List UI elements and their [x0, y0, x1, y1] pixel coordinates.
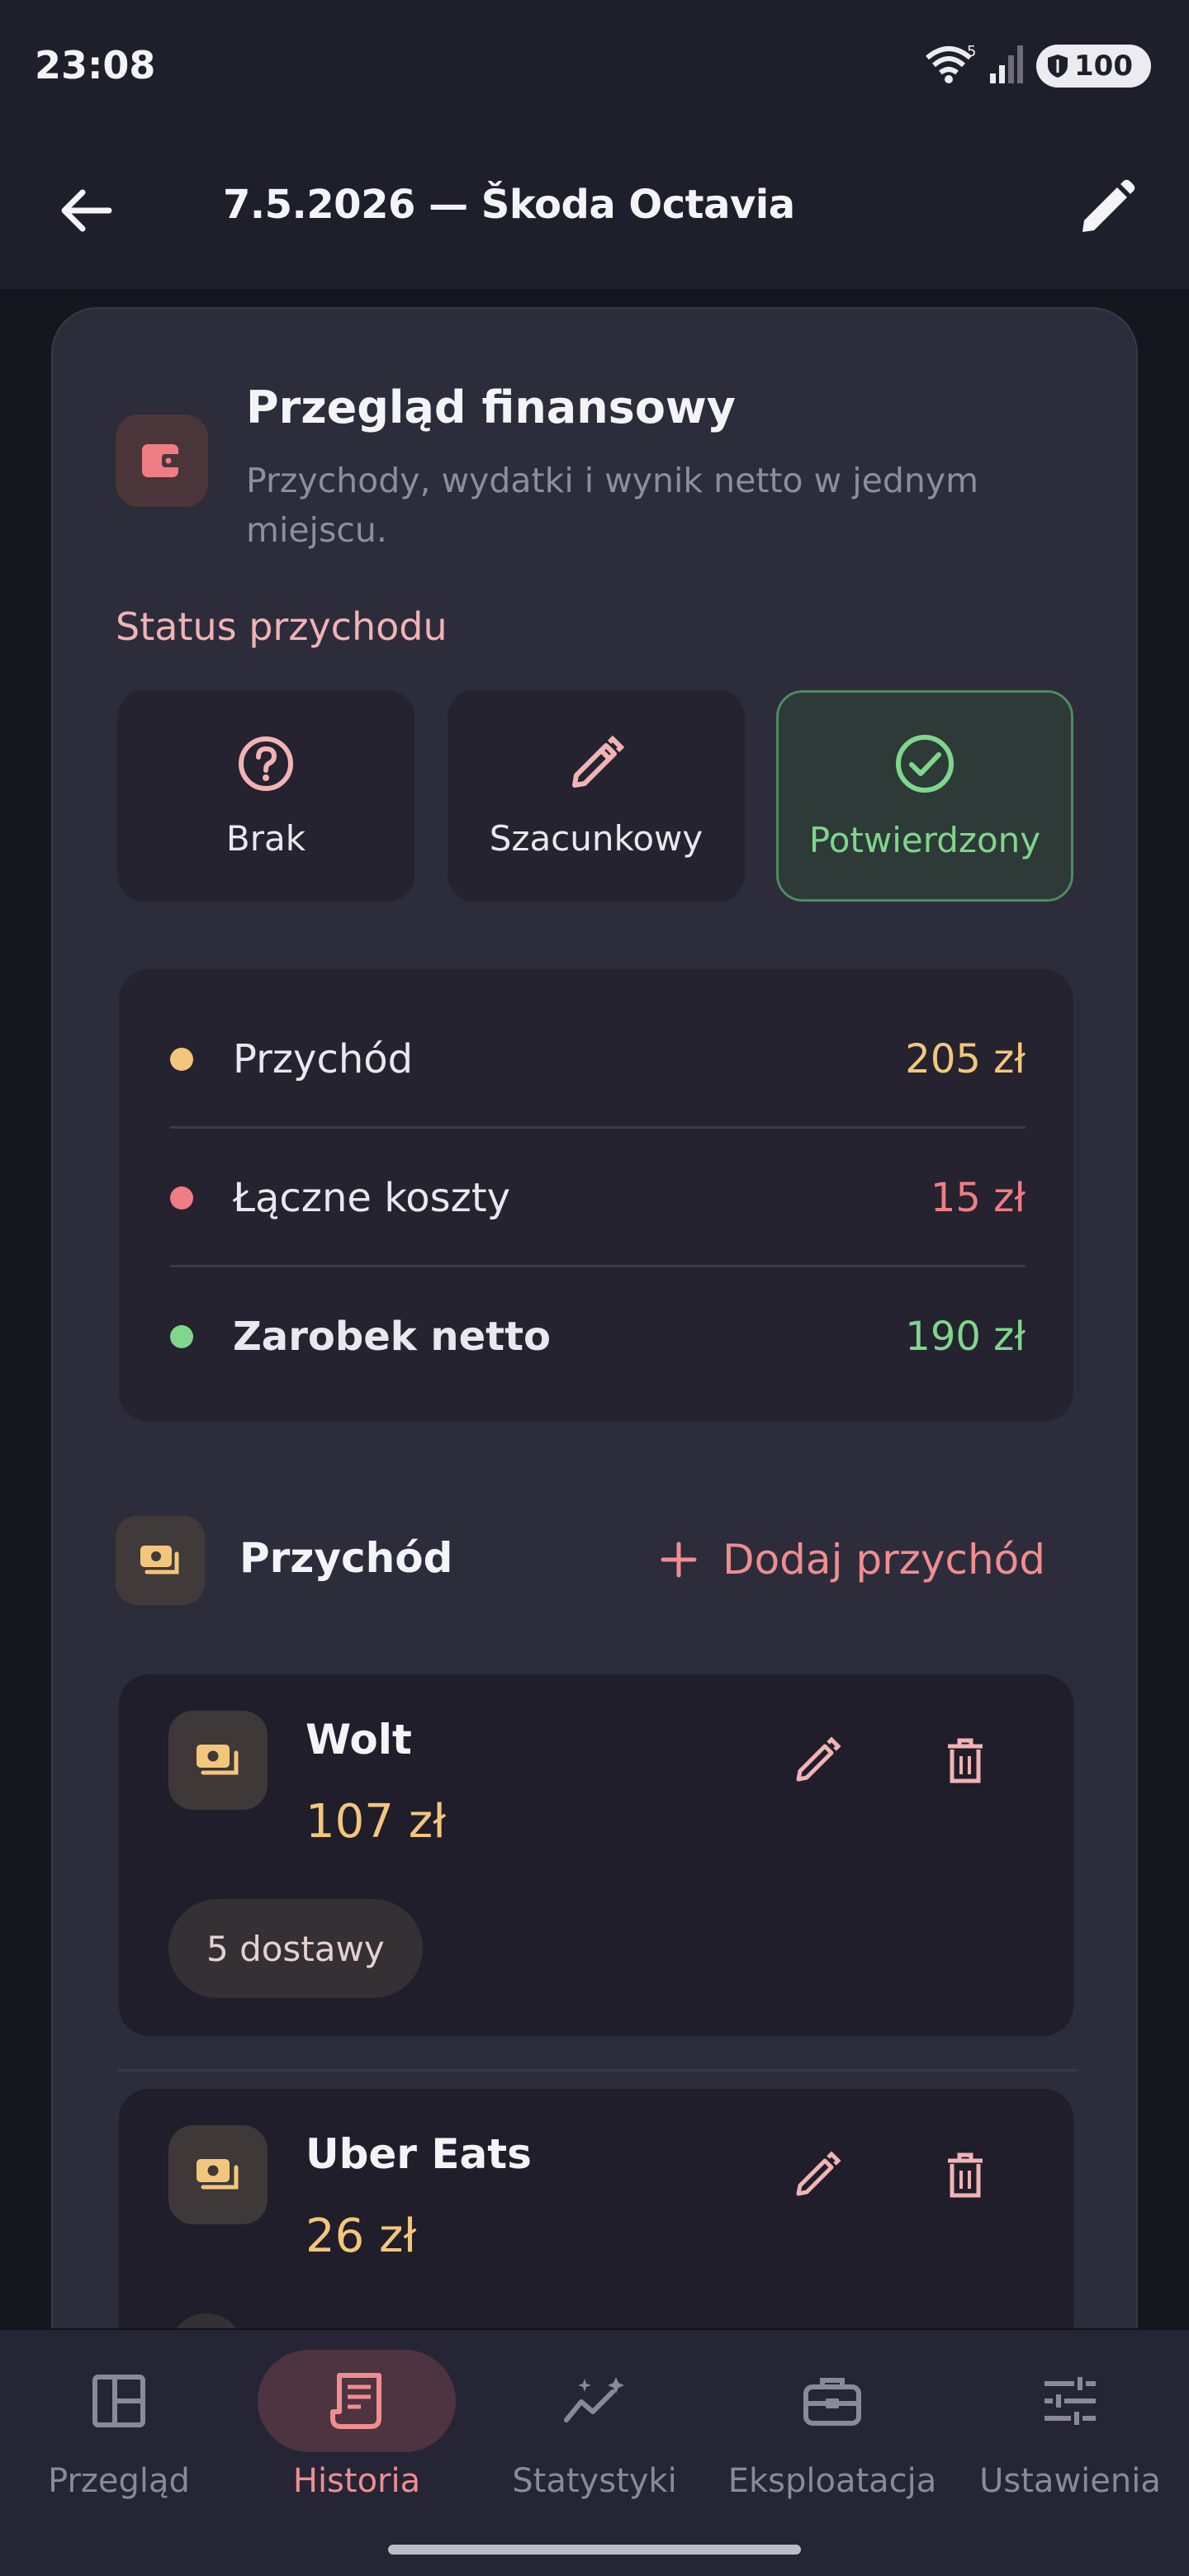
nav-item-statistics[interactable]: Statystyki [476, 2350, 713, 2500]
system-icons: 5 100 [924, 43, 1151, 89]
nav-label: Eksploatacja [727, 2462, 937, 2500]
nav-label: Przegląd [48, 2462, 190, 2500]
receipt-icon [330, 2373, 381, 2429]
nav-pill [971, 2350, 1169, 2452]
pencil-icon [572, 735, 625, 788]
edit-button[interactable] [1065, 167, 1148, 249]
shield-icon [1048, 54, 1068, 78]
nav-pill [258, 2350, 456, 2452]
nav-pill [733, 2350, 931, 2452]
income-entry[interactable]: Uber Eats 26 zł [119, 2089, 1073, 2328]
status-option-none[interactable]: Brak [117, 690, 414, 902]
pencil-icon [796, 2151, 841, 2196]
trash-icon [948, 1738, 983, 1783]
net-dot [170, 1324, 193, 1348]
overview-title: Przegląd finansowy [246, 381, 736, 433]
battery-indicator: 100 [1036, 45, 1151, 88]
delete-entry-button[interactable] [928, 1724, 1002, 1798]
battery-level: 100 [1074, 50, 1133, 83]
nav-label: Ustawienia [979, 2462, 1161, 2500]
income-entry-amount: 26 zł [306, 2209, 417, 2263]
status-time: 23:08 [35, 43, 156, 88]
check-circle-icon [896, 734, 954, 793]
status-option-label: Szacunkowy [489, 817, 703, 859]
status-option-estimated[interactable]: Szacunkowy [448, 690, 745, 902]
divider [170, 1126, 1026, 1129]
plus-icon [661, 1541, 697, 1578]
financial-overview-card: Przegląd finansowy Przychody, wydatki i … [51, 307, 1138, 2328]
overview-subtitle: Przychody, wydatki i wynik netto w jedny… [246, 461, 979, 550]
status-option-confirmed[interactable]: Potwierdzony [776, 690, 1073, 902]
divider [170, 1265, 1026, 1267]
nav-item-settings[interactable]: Ustawienia [951, 2350, 1189, 2500]
nav-item-overview[interactable]: Przegląd [0, 2350, 238, 2500]
status-option-label: Brak [225, 817, 306, 859]
summary-row-value: 205 zł [905, 1035, 1026, 1082]
status-bar: 23:08 5 100 [0, 0, 1189, 132]
summary-row-value: 15 zł [930, 1174, 1026, 1221]
cash-icon [168, 2125, 268, 2224]
sliders-icon [1045, 2377, 1096, 2425]
wifi-badge: 5 [967, 43, 976, 60]
signal-icon [988, 45, 1025, 87]
income-status-label: Status przychodu [116, 604, 448, 649]
summary-row-net: Zarobek netto 190 zł [170, 1268, 1026, 1404]
summary-row-label: Przychód [233, 1035, 414, 1082]
summary-row-income: Przychód 205 zł [170, 991, 1026, 1127]
edit-entry-button[interactable] [779, 1724, 854, 1798]
nav-pill [20, 2350, 218, 2452]
question-circle-icon [239, 736, 293, 791]
nav-item-history[interactable]: Historia [238, 2350, 476, 2500]
nav-label: Historia [292, 2462, 421, 2500]
divider [117, 2069, 1077, 2072]
add-income-label: Dodaj przychód [722, 1536, 1045, 1584]
summary-row-costs: Łączne koszty 15 zł [170, 1129, 1026, 1266]
status-option-label: Potwierdzony [808, 819, 1041, 860]
chart-sparkle-icon [564, 2377, 624, 2422]
summary-row-label: Zarobek netto [233, 1313, 551, 1360]
back-button[interactable] [50, 173, 124, 248]
cash-icon [168, 1711, 268, 1810]
wifi-icon: 5 [924, 43, 977, 89]
nav-pill [495, 2350, 694, 2452]
income-section-title: Przychód [239, 1534, 453, 1582]
summary-panel: Przychód 205 zł Łączne koszty 15 zł Zaro… [119, 969, 1073, 1422]
income-entry[interactable]: Wolt 107 zł 5 dostawy [119, 1674, 1073, 2036]
income-entry-amount: 107 zł [306, 1795, 446, 1849]
pencil-icon [796, 1736, 841, 1782]
add-income-button[interactable]: Dodaj przychód [660, 1522, 1045, 1597]
top-app-bar: 7.5.2026 — Škoda Octavia [0, 132, 1189, 289]
bottom-navigation: Przegląd Historia Statystyki Eksploatacj… [0, 2330, 1189, 2576]
home-indicator[interactable] [388, 2545, 801, 2555]
deliveries-chip [168, 2313, 244, 2328]
nav-label: Statystyki [512, 2462, 677, 2500]
arrow-left-icon [61, 189, 112, 232]
wallet-icon [116, 414, 208, 507]
edit-entry-button[interactable] [779, 2138, 854, 2213]
trash-icon [948, 2152, 983, 2198]
nav-item-maintenance[interactable]: Eksploatacja [713, 2350, 951, 2500]
toolbox-icon [803, 2378, 861, 2426]
summary-row-value: 190 zł [905, 1313, 1026, 1360]
cash-icon [116, 1516, 205, 1605]
costs-dot [170, 1186, 193, 1210]
income-dot [170, 1047, 193, 1071]
scroll-content[interactable]: Przegląd finansowy Przychody, wydatki i … [0, 289, 1189, 2328]
page-title: 7.5.2026 — Škoda Octavia [223, 182, 795, 228]
income-entry-name: Wolt [306, 1716, 412, 1764]
pencil-icon [1082, 179, 1135, 232]
delete-entry-button[interactable] [928, 2138, 1002, 2213]
summary-row-label: Łączne koszty [233, 1174, 511, 1221]
deliveries-chip: 5 dostawy [168, 1899, 423, 1998]
income-entry-name: Uber Eats [306, 2130, 532, 2178]
dashboard-icon [92, 2375, 145, 2427]
